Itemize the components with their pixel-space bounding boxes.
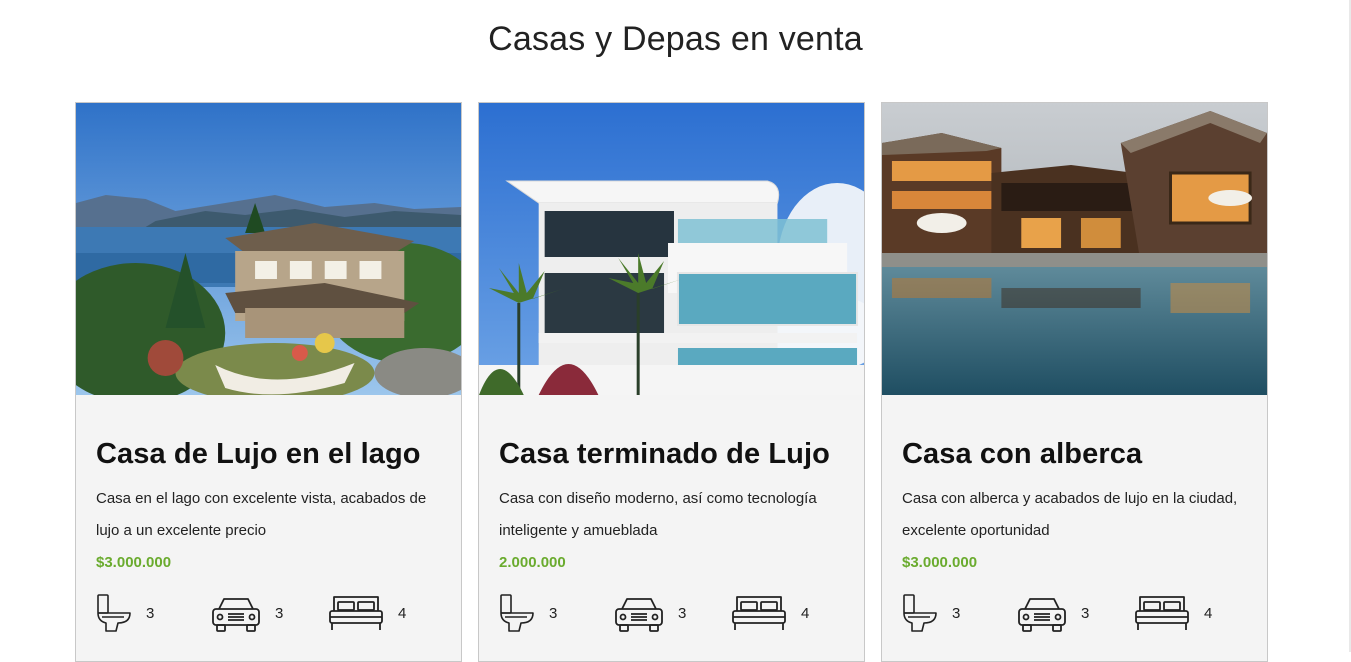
- toilet-icon: [903, 594, 937, 632]
- parking-amenity: 3: [1017, 593, 1134, 633]
- bed-icon: [329, 596, 383, 630]
- section-title: Casas y Depas en venta: [488, 20, 863, 58]
- listing-card[interactable]: Casa de Lujo en el lago Casa en el lago …: [75, 102, 462, 662]
- bathrooms-amenity: 3: [96, 593, 211, 633]
- bathrooms-count: 3: [549, 604, 558, 622]
- bedrooms-amenity: 4: [328, 593, 406, 633]
- listing-price: $3.000.000: [902, 554, 978, 571]
- card-body: Casa con alberca Casa con alberca y acab…: [882, 395, 1267, 633]
- listing-card[interactable]: Casa terminado de Lujo Casa con diseño m…: [478, 102, 865, 662]
- bathrooms-amenity: 3: [499, 593, 614, 633]
- parking-amenity: 3: [211, 593, 328, 633]
- bedrooms-amenity: 4: [731, 593, 809, 633]
- parking-count: 3: [1081, 604, 1090, 622]
- card-body: Casa terminado de Lujo Casa con diseño m…: [479, 395, 864, 633]
- car-icon: [615, 598, 663, 632]
- amenities-row: 3 3 4: [499, 593, 844, 633]
- amenities-row: 3 3 4: [902, 593, 1247, 633]
- listing-description: Casa con diseño moderno, así como tecnol…: [499, 490, 817, 539]
- pool-house-photo[interactable]: [882, 103, 1267, 395]
- bed-icon: [1135, 596, 1189, 630]
- bedrooms-count: 4: [398, 604, 407, 622]
- car-icon: [1018, 598, 1066, 632]
- listings-grid: Casa de Lujo en el lago Casa en el lago …: [75, 102, 1268, 662]
- listing-card[interactable]: Casa con alberca Casa con alberca y acab…: [881, 102, 1268, 662]
- toilet-icon: [97, 594, 131, 632]
- listing-title[interactable]: Casa con alberca: [902, 438, 1247, 471]
- amenities-row: 3 3 4: [96, 593, 441, 633]
- parking-amenity: 3: [614, 593, 731, 633]
- parking-count: 3: [275, 604, 284, 622]
- listing-title[interactable]: Casa de Lujo en el lago: [96, 438, 441, 471]
- bedrooms-count: 4: [801, 604, 810, 622]
- bedrooms-count: 4: [1204, 604, 1213, 622]
- parking-count: 3: [678, 604, 687, 622]
- car-icon: [212, 598, 260, 632]
- listing-title[interactable]: Casa terminado de Lujo: [499, 438, 844, 471]
- bed-icon: [732, 596, 786, 630]
- toilet-icon: [500, 594, 534, 632]
- listing-description: Casa con alberca y acabados de lujo en l…: [902, 490, 1238, 539]
- listing-price: 2.000.000: [499, 554, 566, 571]
- modern-house-photo[interactable]: [479, 103, 864, 395]
- bathrooms-count: 3: [146, 604, 155, 622]
- listing-description: Casa en el lago con excelente vista, aca…: [96, 490, 427, 539]
- lake-house-photo[interactable]: [76, 103, 461, 395]
- listing-price: $3.000.000: [96, 554, 172, 571]
- bathrooms-amenity: 3: [902, 593, 1017, 633]
- bathrooms-count: 3: [952, 604, 961, 622]
- bedrooms-amenity: 4: [1134, 593, 1212, 633]
- card-body: Casa de Lujo en el lago Casa en el lago …: [76, 395, 461, 633]
